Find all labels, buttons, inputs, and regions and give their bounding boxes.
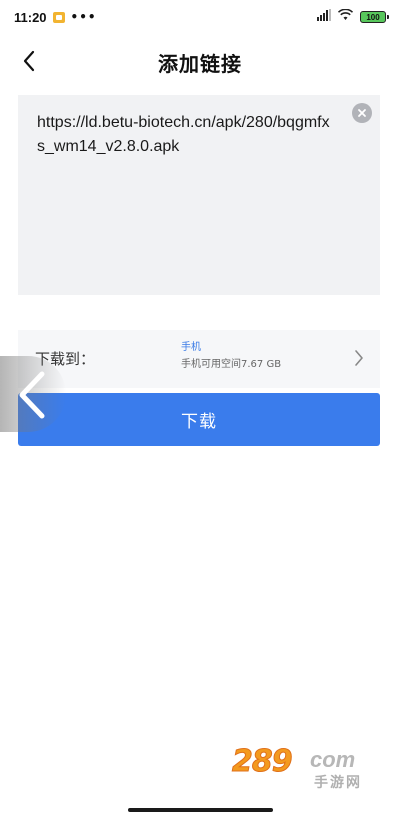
destination-free-space: 手机可用空间7.67 GB (181, 359, 282, 370)
screen: 11:20 ••• 100 添加链接 https://ld.betu-biote… (0, 0, 400, 825)
watermark-subtitle: 手游网 (314, 775, 362, 791)
back-arrow-icon (19, 371, 45, 419)
destination-name: 手机 (181, 342, 201, 353)
signal-icon (317, 9, 331, 25)
url-input-box[interactable]: https://ld.betu-biotech.cn/apk/280/bqgmf… (18, 95, 380, 295)
download-button[interactable]: 下载 (18, 393, 380, 446)
download-destination-row[interactable]: 下载到： 手机 手机可用空间7.67 GB (18, 330, 380, 388)
status-right: 100 (317, 8, 389, 25)
status-left: 11:20 ••• (14, 10, 97, 25)
destination-info: 手机 手机可用空间7.67 GB (181, 341, 281, 373)
url-input[interactable]: https://ld.betu-biotech.cn/apk/280/bqgmf… (37, 111, 337, 159)
home-indicator[interactable] (128, 808, 273, 812)
chevron-right-icon (354, 349, 364, 371)
header: 添加链接 (0, 38, 400, 82)
battery-icon: 100 (360, 11, 389, 23)
status-time: 11:20 (14, 9, 47, 25)
page-title: 添加链接 (158, 52, 242, 76)
watermark-number: 289 (232, 744, 294, 780)
message-notification-icon (52, 11, 65, 23)
clear-button[interactable] (352, 103, 372, 123)
wifi-icon (337, 8, 354, 25)
watermark-domain: com (310, 747, 356, 772)
status-bar: 11:20 ••• 100 (0, 0, 400, 34)
close-icon (358, 109, 366, 117)
more-notifications-dots: ••• (70, 10, 97, 24)
site-watermark-logo: 289 com 手游网 (232, 744, 382, 794)
